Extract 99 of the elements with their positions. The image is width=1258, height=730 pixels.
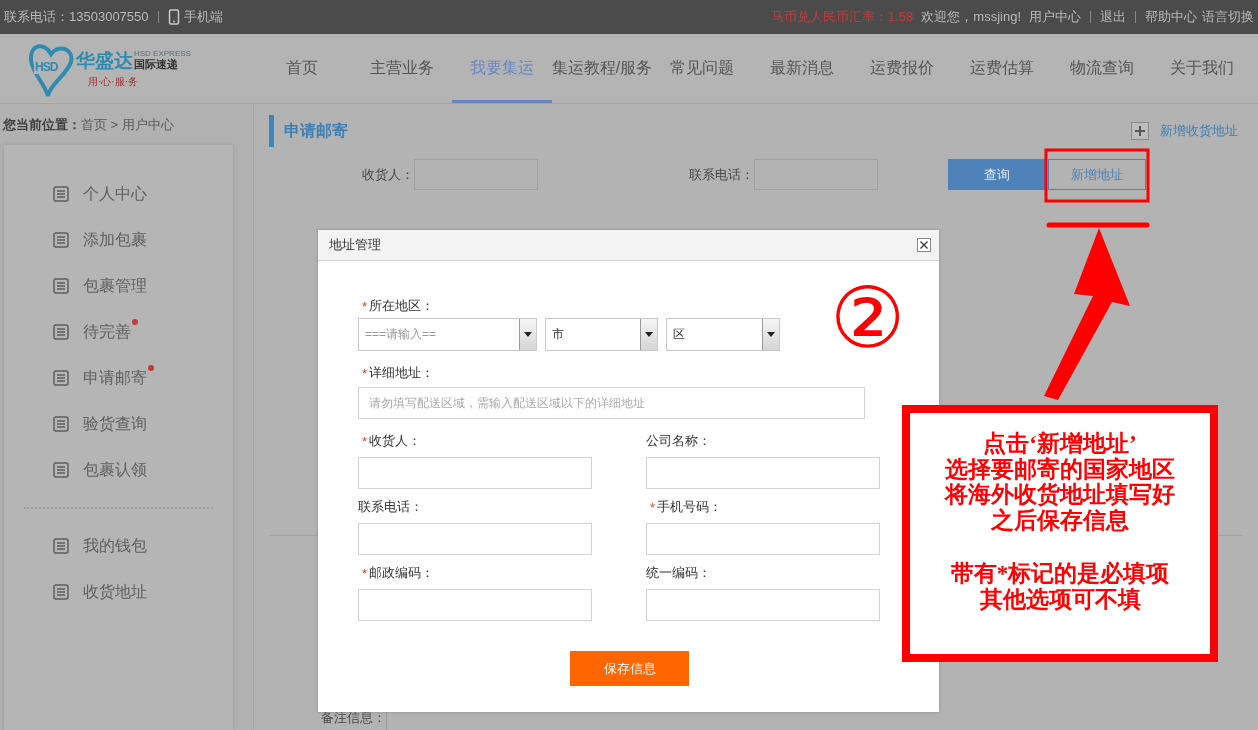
filter-label: 联系电话：	[688, 165, 754, 184]
save-button[interactable]: 保存信息	[570, 651, 689, 686]
nav-tab[interactable]: 运费报价	[852, 34, 952, 103]
list-icon	[53, 538, 69, 554]
list-icon	[53, 416, 69, 432]
top-link[interactable]: 帮助中心	[1145, 8, 1197, 26]
list-icon	[53, 232, 69, 248]
search-button[interactable]: 查询	[948, 159, 1046, 190]
sidebar-label: 个人中心	[83, 183, 147, 204]
dropdown-arrow-icon[interactable]	[645, 332, 653, 337]
sidebar-label: 包裹认领	[83, 459, 147, 480]
welcome-text: 欢迎您，mssjing!	[921, 8, 1021, 26]
note-text: 带有*标记的是必填项	[950, 561, 1170, 587]
nav-tab[interactable]: 最新消息	[752, 34, 852, 103]
note-text: 其他选项可不填	[979, 586, 1141, 612]
sidebar-label: 验货查询	[83, 413, 147, 434]
sidebar-item[interactable]: 收货地址	[4, 569, 233, 615]
field-label: 邮政编码：	[369, 564, 435, 582]
sidebar-label: 申请邮寄	[83, 367, 147, 389]
dropdown-arrow-icon[interactable]	[524, 332, 532, 337]
select-value: 区	[672, 326, 686, 343]
required-mark: *	[362, 433, 368, 449]
field-label: 手机号码：	[657, 498, 723, 516]
field-label: 收货人：	[369, 432, 422, 450]
sidebar-item[interactable]: 申请邮寄	[4, 355, 233, 401]
region-select[interactable]: 市	[545, 318, 658, 351]
list-icon	[53, 462, 69, 478]
list-icon	[53, 186, 69, 202]
sidebar-item[interactable]: 我的钱包	[4, 523, 233, 569]
list-icon	[53, 370, 69, 386]
step-number: ②	[830, 272, 906, 364]
dropdown-arrow-icon[interactable]	[767, 332, 775, 337]
address-field[interactable]: 请勿填写配送区域，需输入配送区域以下的详细地址	[358, 387, 865, 419]
sidebar-item[interactable]: 个人中心	[4, 171, 233, 217]
nav-tab[interactable]: 常见问题	[652, 34, 752, 103]
mobile-link[interactable]: 手机端	[183, 8, 223, 26]
plus-icon[interactable]	[1131, 122, 1149, 140]
sidebar-item[interactable]: 验货查询	[4, 401, 233, 447]
phone-icon[interactable]	[167, 9, 180, 25]
text-field[interactable]	[646, 589, 880, 621]
top-link[interactable]: 退出	[1100, 8, 1126, 26]
field-label: 详细地址：	[369, 364, 435, 382]
field-label: 联系电话：	[358, 498, 423, 516]
text-field[interactable]	[358, 457, 592, 489]
logo-subtitle: 国际速递	[134, 57, 179, 71]
region-select[interactable]: ===请输入==	[358, 318, 537, 351]
required-mark: *	[362, 298, 368, 314]
required-mark: *	[650, 499, 656, 515]
sidebar-label: 包裹管理	[83, 275, 147, 296]
sidebar-label: 收货地址	[83, 581, 147, 602]
field-label: 公司名称：	[646, 432, 711, 450]
text-field[interactable]	[646, 457, 880, 489]
close-icon[interactable]	[917, 238, 931, 252]
logo-english: HSD EXPRESS	[134, 48, 191, 58]
logo-name: 华盛达	[76, 50, 133, 71]
top-link[interactable]: 用户中心	[1029, 8, 1081, 26]
note-text: 之后保存信息	[991, 507, 1129, 533]
note-text: 选择要邮寄的国家地区	[945, 456, 1175, 482]
dialog-title: 地址管理	[329, 236, 381, 254]
contact-phone: 联系电话：13503007550	[4, 8, 149, 26]
exchange-rate: 马币兑人民币汇率：1.58	[771, 8, 914, 26]
required-mark: *	[362, 565, 368, 581]
nav-tab[interactable]: 运费估算	[952, 34, 1052, 103]
logo-slogan: 用·心·服·务	[88, 74, 138, 89]
remark-label: 备注信息：	[321, 709, 386, 727]
breadcrumb-trail: 首页 > 用户中心	[81, 115, 174, 134]
text-field[interactable]	[358, 589, 592, 621]
filter-label: 收货人：	[361, 165, 414, 184]
add-address-button[interactable]: 新增地址	[1048, 159, 1146, 190]
section-title: 申请邮寄	[284, 120, 348, 141]
sidebar-label: 我的钱包	[83, 535, 147, 556]
note-text: 点击‘新增地址’	[983, 431, 1137, 457]
list-icon	[53, 584, 69, 600]
language-link[interactable]: 语言切换	[1202, 8, 1254, 26]
logo-mark: HSD	[34, 60, 59, 74]
field-label: 统一编码：	[646, 564, 711, 582]
select-value: ===请输入==	[364, 326, 438, 343]
list-icon	[53, 278, 69, 294]
sidebar-item[interactable]: 包裹管理	[4, 263, 233, 309]
nav-tab[interactable]: 首页	[252, 34, 352, 103]
nav-tab[interactable]: 关于我们	[1152, 34, 1252, 103]
note-text: 将海外收货地址填写好	[945, 482, 1175, 508]
nav-tab[interactable]: 主营业务	[352, 34, 452, 103]
sidebar-item[interactable]: 添加包裹	[4, 217, 233, 263]
list-icon	[53, 324, 69, 340]
text-field[interactable]	[646, 523, 880, 555]
nav-tab[interactable]: 集运教程/服务	[552, 34, 652, 103]
sidebar-item[interactable]: 包裹认领	[4, 447, 233, 493]
sidebar-label: 添加包裹	[83, 229, 147, 250]
sidebar-label: 待完善	[83, 321, 131, 343]
text-field[interactable]	[358, 523, 592, 555]
required-mark: *	[362, 365, 368, 381]
breadcrumb-label: 您当前位置：	[3, 115, 81, 134]
select-value: 市	[551, 326, 565, 343]
sidebar-item[interactable]: 待完善	[4, 309, 233, 355]
add-address-link[interactable]: 新增收货地址	[1160, 122, 1238, 140]
field-label: 所在地区：	[369, 297, 435, 315]
nav-tab[interactable]: 物流查询	[1052, 34, 1152, 103]
region-select[interactable]: 区	[666, 318, 780, 351]
